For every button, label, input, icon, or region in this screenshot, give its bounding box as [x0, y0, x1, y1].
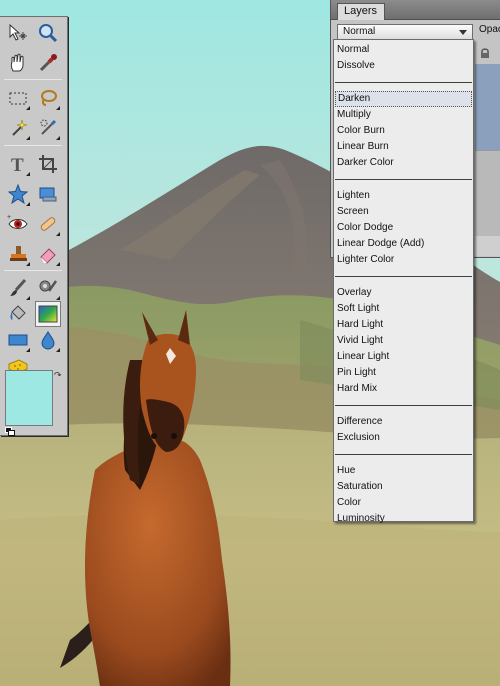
menu-item-difference[interactable]: Difference — [335, 414, 472, 430]
move-tool-icon[interactable] — [5, 20, 31, 46]
menu-item-darker-color[interactable]: Darker Color — [335, 155, 472, 171]
opacity-label: Opac — [479, 24, 500, 35]
cookie-cutter-icon[interactable] — [35, 181, 61, 207]
smart-brush-icon[interactable] — [35, 275, 61, 301]
panel-tab-bar: Layers — [331, 0, 500, 20]
svg-text:T: T — [11, 155, 24, 175]
tab-layers[interactable]: Layers — [337, 3, 385, 20]
menu-separator — [335, 82, 472, 83]
toolbox-divider — [4, 79, 62, 80]
menu-separator — [335, 179, 472, 180]
menu-item-overlay[interactable]: Overlay — [335, 285, 472, 301]
menu-separator — [335, 276, 472, 277]
menu-item-pin-light[interactable]: Pin Light — [335, 365, 472, 381]
menu-item-darken[interactable]: Darken — [335, 91, 472, 107]
blend-mode-menu: Normal Dissolve Darken Multiply Color Burn Li… — [333, 39, 474, 524]
toolbox: T + ↷ — [0, 16, 68, 436]
quick-selection-icon[interactable] — [35, 115, 61, 141]
menu-item-dissolve[interactable]: Dissolve — [335, 58, 472, 74]
menu-item-linear-dodge-add[interactable]: Linear Dodge (Add) — [335, 236, 472, 252]
svg-text:+: + — [7, 214, 11, 221]
menu-item-hard-mix[interactable]: Hard Mix — [335, 381, 472, 397]
rectangle-shape-icon[interactable] — [5, 327, 31, 353]
brush-tool-icon[interactable] — [5, 275, 31, 301]
menu-item-lighten[interactable]: Lighten — [335, 188, 472, 204]
eyedropper-tool-icon[interactable] — [35, 50, 61, 76]
menu-item-lighter-color[interactable]: Lighter Color — [335, 252, 472, 268]
type-tool-icon[interactable]: T — [5, 151, 31, 177]
chevron-down-icon — [459, 30, 467, 35]
menu-item-multiply[interactable]: Multiply — [335, 107, 472, 123]
menu-item-exclusion[interactable]: Exclusion — [335, 430, 472, 446]
toolbox-divider — [4, 270, 62, 271]
magic-wand-icon[interactable] — [5, 115, 31, 141]
toolbox-divider — [4, 145, 62, 146]
menu-item-color-burn[interactable]: Color Burn — [335, 123, 472, 139]
menu-item-hue[interactable]: Hue — [335, 463, 472, 479]
red-eye-removal-icon[interactable]: + — [5, 211, 31, 237]
menu-item-saturation[interactable]: Saturation — [335, 479, 472, 495]
menu-item-vivid-light[interactable]: Vivid Light — [335, 333, 472, 349]
menu-item-color[interactable]: Color — [335, 495, 472, 511]
menu-separator — [335, 454, 472, 455]
zoom-tool-icon[interactable] — [35, 20, 61, 46]
custom-shape-icon[interactable] — [5, 181, 31, 207]
menu-item-hard-light[interactable]: Hard Light — [335, 317, 472, 333]
gradient-tool-icon[interactable] — [35, 301, 61, 327]
menu-item-color-dodge[interactable]: Color Dodge — [335, 220, 472, 236]
spot-healing-brush-icon[interactable] — [35, 211, 61, 237]
blur-tool-icon[interactable] — [35, 327, 61, 353]
selected-layer-row[interactable] — [475, 64, 500, 150]
blend-mode-select[interactable]: Normal — [337, 24, 473, 40]
menu-item-linear-light[interactable]: Linear Light — [335, 349, 472, 365]
menu-item-soft-light[interactable]: Soft Light — [335, 301, 472, 317]
menu-separator — [335, 405, 472, 406]
crop-tool-icon[interactable] — [35, 151, 61, 177]
menu-item-normal[interactable]: Normal — [335, 42, 472, 58]
rectangular-marquee-icon[interactable] — [5, 85, 31, 111]
foreground-color-swatch[interactable] — [5, 370, 53, 426]
hand-tool-icon[interactable] — [5, 50, 31, 76]
layer-row[interactable] — [475, 150, 500, 236]
menu-item-luminosity[interactable]: Luminosity — [335, 511, 472, 527]
swap-colors-icon[interactable]: ↷ — [54, 371, 62, 380]
blend-mode-value: Normal — [343, 26, 376, 37]
eraser-tool-icon[interactable] — [35, 241, 61, 267]
lock-icon[interactable] — [479, 46, 491, 64]
clone-stamp-icon[interactable] — [5, 241, 31, 267]
paint-bucket-icon[interactable] — [5, 301, 31, 327]
lasso-tool-icon[interactable] — [35, 85, 61, 111]
default-colors-icon[interactable] — [5, 427, 15, 436]
menu-item-screen[interactable]: Screen — [335, 204, 472, 220]
menu-item-linear-burn[interactable]: Linear Burn — [335, 139, 472, 155]
